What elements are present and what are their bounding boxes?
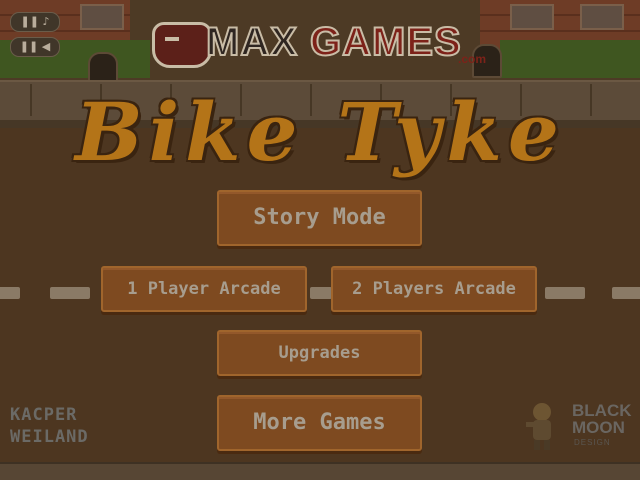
- lawn-right: [500, 40, 640, 78]
- studio-name-line2: MOON: [572, 418, 625, 437]
- mascot-icon: [526, 403, 551, 450]
- lane-dash: [310, 287, 332, 299]
- music-toggle-button[interactable]: ❚❚ ♪: [10, 12, 60, 32]
- studio-name-line1: BLACK: [572, 401, 632, 420]
- sponsor-max: MAX: [205, 19, 298, 65]
- game-screen: ❚❚ ♪ ❚❚ ◀ MAX GAMES .com Bike Tyke Story…: [0, 0, 640, 480]
- credit-line-2: WEILAND: [10, 427, 89, 447]
- lane-dash: [50, 287, 90, 299]
- two-players-arcade-button[interactable]: 2 Players Arcade: [331, 266, 537, 312]
- studio-sub: DESIGN: [574, 438, 611, 447]
- bottom-sidewalk: [0, 462, 640, 480]
- credit-line-1: KACPER: [10, 405, 78, 425]
- more-games-button[interactable]: More Games: [217, 395, 422, 451]
- studio-name: BLACK MOON: [572, 402, 632, 436]
- maxgames-logo[interactable]: MAX GAMES .com: [146, 14, 496, 72]
- lane-dash: [0, 287, 20, 299]
- game-title: Bike Tyke: [75, 85, 565, 179]
- lane-dash: [545, 287, 585, 299]
- sponsor-games: GAMES: [309, 19, 462, 65]
- sound-toggle-button[interactable]: ❚❚ ◀: [10, 37, 60, 57]
- music-note-icon: ❚❚ ♪: [20, 15, 50, 28]
- one-player-arcade-button[interactable]: 1 Player Arcade: [101, 266, 307, 312]
- gamepad-icon: [152, 22, 212, 68]
- upgrades-button[interactable]: Upgrades: [217, 330, 422, 376]
- sponsor-dotcom: .com: [458, 52, 487, 66]
- developer-credit[interactable]: KACPER WEILAND: [10, 404, 110, 448]
- speaker-icon: ❚❚ ◀: [19, 40, 51, 53]
- studio-logo[interactable]: BLACK MOON DESIGN: [522, 398, 632, 454]
- story-mode-button[interactable]: Story Mode: [217, 190, 422, 246]
- sponsor-wordmark: MAX GAMES: [205, 18, 462, 66]
- lane-dash: [612, 287, 640, 299]
